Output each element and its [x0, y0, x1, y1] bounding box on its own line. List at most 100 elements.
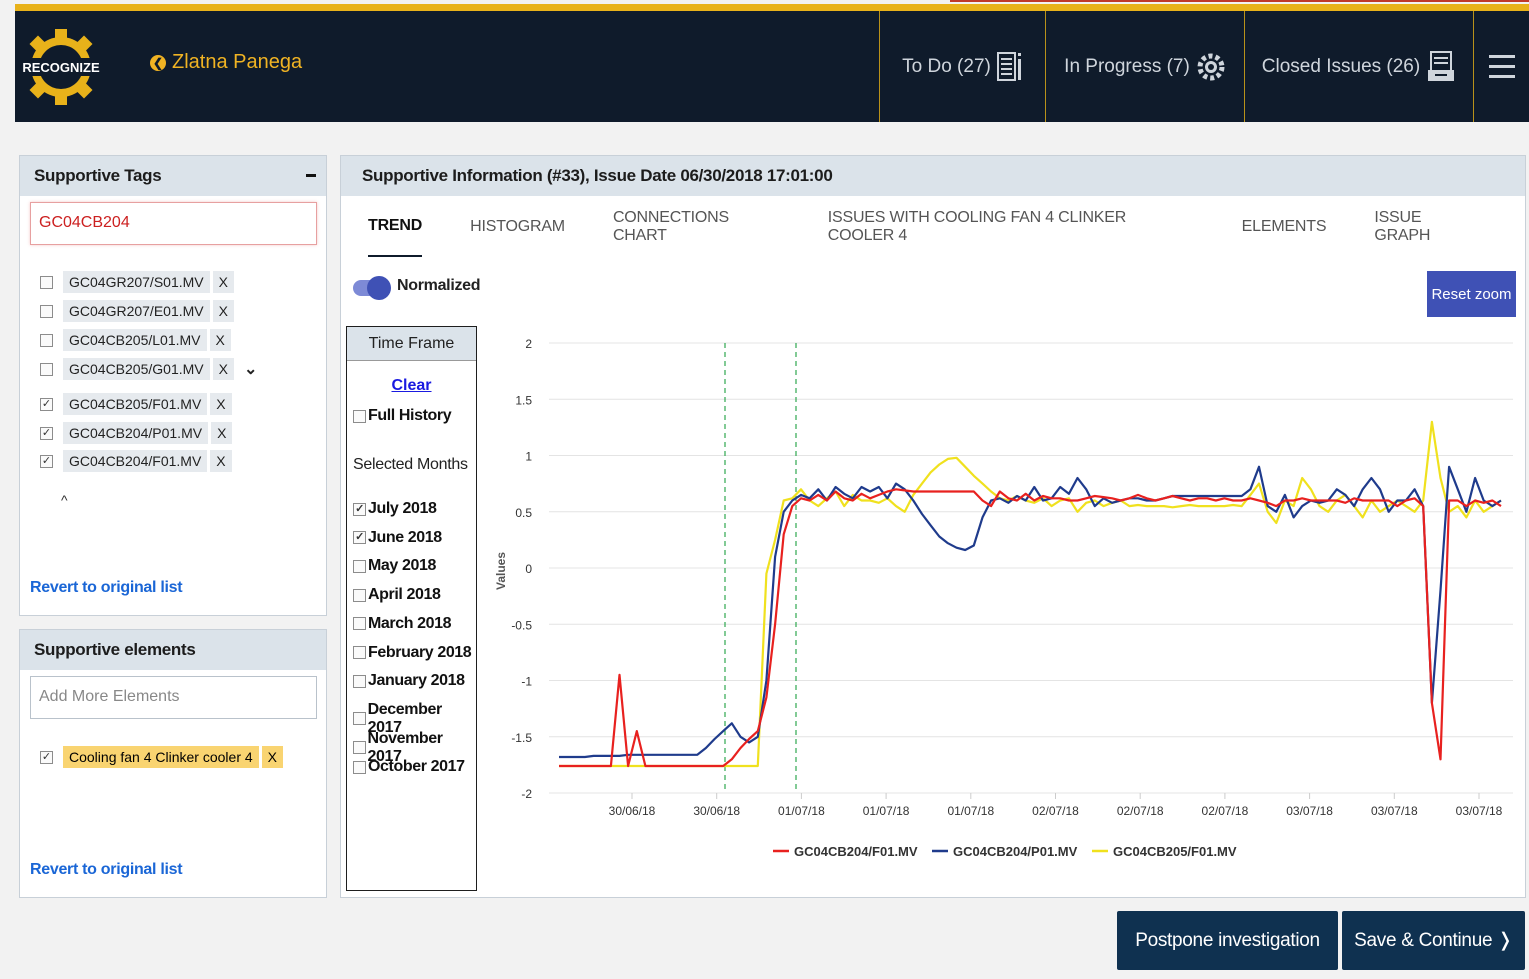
logo-text: RECOGNIZE: [22, 60, 100, 75]
tab-histogram[interactable]: HISTOGRAM: [470, 196, 565, 257]
element-remove-button[interactable]: X: [261, 746, 283, 768]
tag-checkbox[interactable]: [40, 275, 53, 289]
tag-row: GC04GR207/E01.MV X: [40, 300, 234, 322]
month-option[interactable]: ✓ June 2018: [353, 529, 442, 547]
tab-connections-chart[interactable]: CONNECTIONS CHART: [613, 196, 780, 257]
month-option[interactable]: May 2018: [353, 557, 436, 575]
top-accent-red: [950, 0, 1529, 2]
month-label: February 2018: [368, 643, 472, 661]
tag-remove-button[interactable]: X: [210, 393, 232, 415]
recognize-logo[interactable]: RECOGNIZE: [15, 29, 107, 105]
tag-row: ✓ GC04CB204/F01.MV X: [40, 450, 232, 472]
full-history-checkbox[interactable]: [353, 409, 366, 423]
x-tick-label: 01/07/18: [947, 804, 994, 818]
tag-checkbox-checked[interactable]: ✓: [40, 454, 53, 468]
top-accent-bar: [15, 4, 1529, 11]
month-checkbox[interactable]: [353, 617, 366, 631]
element-row: ✓ Cooling fan 4 Clinker cooler 4 X: [40, 746, 283, 768]
revert-elements-link[interactable]: Revert to original list: [30, 861, 183, 879]
tag-checkbox-checked[interactable]: ✓: [40, 397, 53, 411]
y-tick-label: 2: [525, 337, 532, 351]
tab-trend[interactable]: TREND: [368, 196, 422, 257]
month-option[interactable]: January 2018: [353, 672, 465, 690]
month-checkbox[interactable]: [353, 674, 366, 688]
series-line: [559, 420, 1502, 768]
tag-checkbox[interactable]: [40, 362, 53, 376]
supportive-information-panel: Supportive Information (#33), Issue Date…: [340, 155, 1526, 898]
month-checkbox[interactable]: [353, 741, 366, 755]
nav-todo[interactable]: To Do (27): [879, 11, 1045, 122]
month-option[interactable]: March 2018: [353, 614, 452, 633]
reset-zoom-button[interactable]: Reset zoom: [1427, 271, 1516, 317]
nav-closed-issues[interactable]: Closed Issues (26): [1244, 11, 1473, 122]
tag-checkbox[interactable]: [40, 333, 53, 347]
tag-remove-button[interactable]: X: [212, 358, 234, 380]
tag-remove-button[interactable]: X: [212, 300, 234, 322]
month-checkbox-checked[interactable]: ✓: [353, 502, 366, 516]
month-option[interactable]: ✓ July 2018: [353, 500, 437, 518]
tag-search-input[interactable]: GC04CB204: [30, 202, 317, 245]
month-label: July 2018: [368, 500, 437, 517]
normalized-toggle[interactable]: [353, 276, 391, 300]
chevron-up-icon[interactable]: ^: [61, 492, 68, 508]
month-label: April 2018: [368, 586, 441, 604]
y-tick-label: -0.5: [511, 618, 532, 632]
tag-checkbox[interactable]: [40, 304, 53, 318]
month-checkbox[interactable]: [353, 646, 366, 659]
supportive-tags-title: Supportive Tags: [34, 166, 162, 185]
supportive-elements-header: Supportive elements: [20, 630, 326, 670]
tag-remove-button[interactable]: X: [209, 329, 231, 351]
y-tick-label: -2: [521, 787, 532, 801]
month-checkbox[interactable]: [353, 712, 366, 726]
time-frame-title: Time Frame: [347, 327, 476, 361]
month-checkbox[interactable]: [353, 760, 366, 774]
postpone-investigation-button[interactable]: Postpone investigation: [1117, 911, 1338, 970]
month-label: March 2018: [368, 614, 452, 632]
tag-label: GC04CB205/F01.MV: [63, 393, 208, 415]
month-checkbox[interactable]: [353, 588, 366, 602]
month-option[interactable]: February 2018: [353, 643, 472, 662]
tag-row: ✓ GC04CB204/P01.MV X: [40, 422, 233, 444]
tag-checkbox-checked[interactable]: ✓: [40, 426, 53, 440]
tab-elements[interactable]: ELEMENTS: [1242, 196, 1327, 257]
x-tick-label: 02/07/18: [1202, 804, 1249, 818]
tag-row: GC04CB205/L01.MV X: [40, 329, 231, 351]
legend-label: GC04CB205/F01.MV: [1113, 844, 1237, 859]
document-list-icon: [996, 51, 1021, 81]
trend-chart[interactable]: 2 1.5 1 0.5 0 -0.5 -1 -1.5 -2 Values 30/06/18 30/06…: [487, 326, 1525, 886]
month-option[interactable]: April 2018: [353, 586, 441, 604]
full-history-option[interactable]: Full History: [353, 407, 452, 425]
nav-in-progress[interactable]: In Progress (7): [1045, 11, 1244, 122]
month-option[interactable]: October 2017: [353, 758, 465, 776]
hamburger-menu-icon[interactable]: [1473, 11, 1529, 122]
add-elements-input[interactable]: Add More Elements: [30, 676, 317, 719]
month-checkbox[interactable]: [353, 559, 366, 573]
series-line: [559, 465, 1502, 759]
revert-tags-link[interactable]: Revert to original list: [30, 579, 183, 597]
element-checkbox-checked[interactable]: ✓: [40, 750, 53, 764]
clear-link[interactable]: Clear: [347, 377, 476, 395]
month-checkbox-checked[interactable]: ✓: [353, 531, 366, 545]
x-tick-label: 03/07/18: [1456, 804, 1503, 818]
site-selector[interactable]: ❮ Zlatna Panega: [150, 51, 302, 74]
nav-todo-label: To Do (27): [902, 55, 991, 77]
tag-remove-button[interactable]: X: [212, 271, 234, 293]
collapse-icon[interactable]: [306, 174, 316, 177]
y-tick-label: 0.5: [515, 506, 532, 520]
chevron-down-icon[interactable]: ⌄: [244, 359, 257, 379]
tag-remove-button[interactable]: X: [210, 450, 232, 472]
tag-label: GC04GR207/S01.MV: [63, 271, 210, 293]
y-tick-label: 1: [525, 450, 532, 464]
save-continue-button[interactable]: Save & Continue ❭: [1342, 911, 1525, 970]
supportive-elements-panel: Supportive elements Add More Elements ✓ …: [19, 629, 327, 898]
x-tick-label: 30/06/18: [609, 804, 656, 818]
supportive-tags-header: Supportive Tags: [20, 156, 326, 196]
x-tick-label: 03/07/18: [1371, 804, 1418, 818]
supportive-elements-title: Supportive elements: [34, 640, 196, 659]
tag-label: GC04GR207/E01.MV: [63, 300, 210, 322]
tab-issue-graph[interactable]: ISSUE GRAPH: [1374, 196, 1477, 257]
nav-closed-label: Closed Issues (26): [1261, 55, 1421, 77]
tag-remove-button[interactable]: X: [211, 422, 233, 444]
x-tick-label: 01/07/18: [778, 804, 825, 818]
tab-issues-with-cooling-fan[interactable]: ISSUES WITH COOLING FAN 4 CLINKER COOLER…: [828, 196, 1194, 257]
